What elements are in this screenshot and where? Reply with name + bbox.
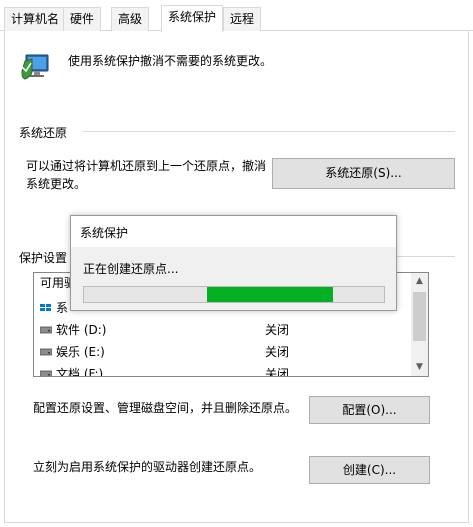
drive-state: 关闭 bbox=[265, 323, 290, 337]
system-restore-button[interactable]: 系统还原(S)... bbox=[272, 158, 455, 189]
restore-text-line1: 可以通过将计算机还原到上一个还原点，撤消 bbox=[26, 159, 267, 173]
dialog-title-bar[interactable]: 系统保护 bbox=[71, 216, 396, 247]
list-item[interactable]: 文档 (F:) 关闭 bbox=[34, 363, 412, 377]
scroll-up-icon[interactable]: ▲ bbox=[411, 273, 428, 290]
windows-drive-icon bbox=[40, 304, 51, 311]
drive-name: 软件 (D:) bbox=[56, 323, 107, 337]
create-button-label: 创建(C)... bbox=[342, 463, 397, 477]
progress-bar-fill bbox=[207, 287, 333, 302]
tab-system-protection[interactable]: 系统保护 bbox=[161, 5, 224, 32]
configure-button[interactable]: 配置(O)... bbox=[309, 396, 430, 424]
list-item[interactable]: 软件 (D:) 关闭 bbox=[34, 319, 412, 341]
progress-bar bbox=[83, 286, 385, 303]
tab-computer-name[interactable]: 计算机名 bbox=[4, 7, 67, 31]
restore-group-line bbox=[83, 131, 455, 132]
tab-hardware[interactable]: 硬件 bbox=[63, 7, 102, 31]
configure-text: 配置还原设置、管理磁盘空间，并且删除还原点。 bbox=[33, 401, 298, 415]
drive-list-scrollbar[interactable]: ▲ ▼ bbox=[411, 273, 428, 376]
drive-icon bbox=[40, 370, 52, 376]
protection-group-label: 保护设置 bbox=[19, 251, 68, 265]
tab-advanced[interactable]: 高级 bbox=[111, 7, 150, 31]
create-button[interactable]: 创建(C)... bbox=[309, 456, 430, 484]
computer-shield-icon bbox=[21, 54, 49, 80]
drive-icon bbox=[40, 326, 52, 334]
create-text: 立刻为启用系统保护的驱动器创建还原点。 bbox=[33, 460, 262, 474]
page-description: 使用系统保护撤消不需要的系统更改。 bbox=[68, 54, 273, 68]
list-item[interactable]: 娱乐 (E:) 关闭 bbox=[34, 341, 412, 363]
restore-group-label: 系统还原 bbox=[19, 126, 68, 140]
tab-strip: 计算机名 硬件 高级 系统保护 远程 bbox=[0, 0, 473, 32]
drive-state: 关闭 bbox=[265, 345, 290, 359]
dialog-title: 系统保护 bbox=[80, 226, 129, 240]
tab-remote[interactable]: 远程 bbox=[223, 7, 262, 31]
restore-text-line2: 系统更改。 bbox=[26, 177, 87, 191]
drive-name: 娱乐 (E:) bbox=[56, 345, 105, 359]
system-protection-dialog: 系统保护 正在创建还原点... bbox=[70, 215, 397, 311]
scroll-down-icon[interactable]: ▼ bbox=[411, 359, 428, 376]
drive-name: 文档 (F:) bbox=[56, 367, 104, 377]
scrollbar-thumb[interactable] bbox=[413, 292, 426, 341]
drive-name: 系 bbox=[56, 301, 69, 315]
configure-button-label: 配置(O)... bbox=[342, 403, 397, 417]
protection-group-line bbox=[397, 256, 455, 257]
dialog-message: 正在创建还原点... bbox=[83, 262, 179, 276]
system-restore-button-label: 系统还原(S)... bbox=[325, 166, 402, 180]
drive-icon bbox=[40, 348, 52, 356]
drive-state: 关闭 bbox=[265, 367, 290, 377]
dialog-body: 正在创建还原点... bbox=[71, 247, 396, 310]
